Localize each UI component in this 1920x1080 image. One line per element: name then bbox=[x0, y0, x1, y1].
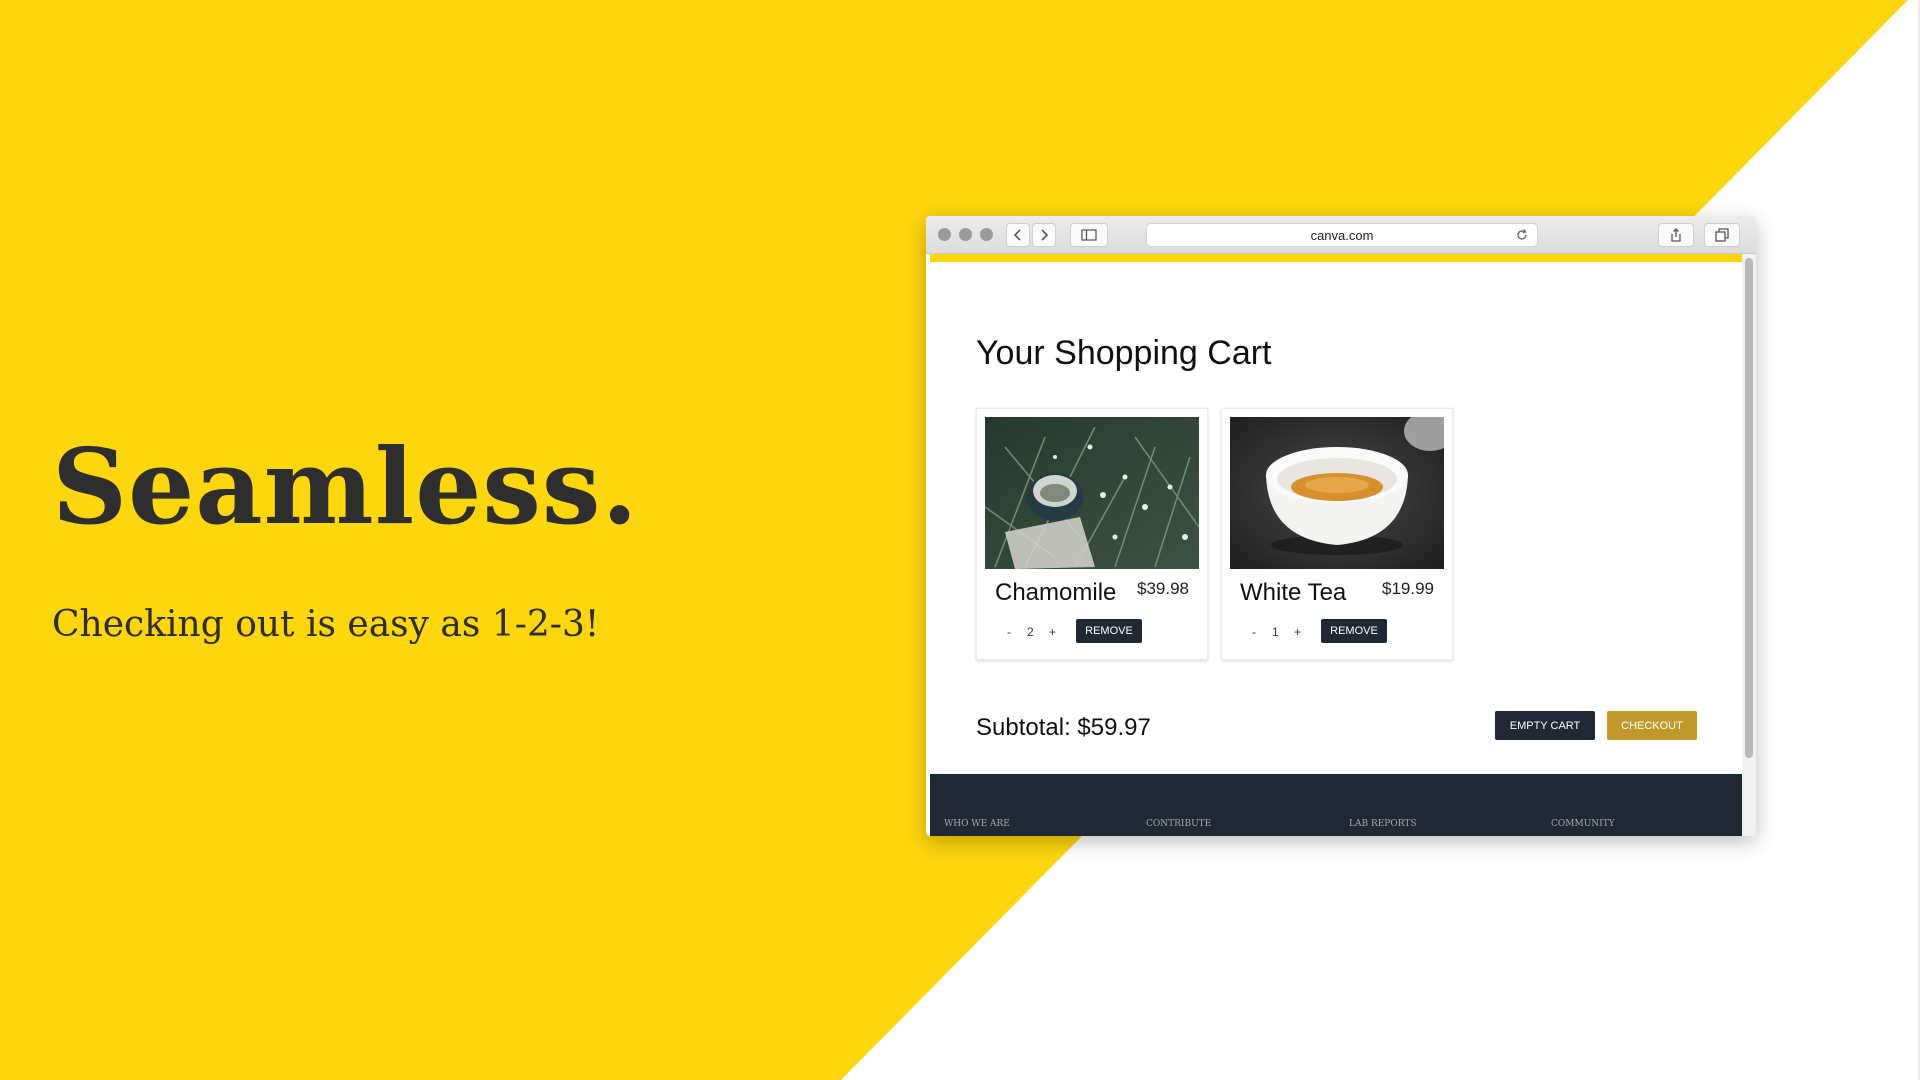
page-scrollbar[interactable] bbox=[1742, 254, 1756, 836]
forward-button[interactable] bbox=[1032, 223, 1056, 247]
close-window-dot[interactable] bbox=[938, 228, 951, 241]
back-icon bbox=[1013, 229, 1021, 241]
remove-item-button[interactable]: REMOVE bbox=[1321, 619, 1387, 643]
reload-icon[interactable] bbox=[1515, 228, 1529, 242]
empty-cart-button[interactable]: EMPTY CART bbox=[1495, 711, 1595, 740]
increase-quantity-button[interactable]: + bbox=[1294, 625, 1301, 639]
web-page: Your Shopping Cart Chamomile $39.98 - 2 … bbox=[930, 254, 1742, 836]
item-price: $19.99 bbox=[1382, 579, 1434, 598]
share-icon bbox=[1671, 228, 1681, 242]
browser-titlebar: canva.com bbox=[926, 216, 1756, 254]
url-text: canva.com bbox=[1310, 227, 1374, 243]
item-price: $39.98 bbox=[1137, 579, 1189, 598]
sidebar-icon bbox=[1081, 229, 1097, 241]
page-footer: WHO WE ARE CONTRIBUTE LAB REPORTS COMMUN… bbox=[930, 774, 1742, 836]
footer-link-who-we-are[interactable]: WHO WE ARE bbox=[944, 819, 1010, 829]
quantity-value: 1 bbox=[1272, 625, 1279, 639]
browser-window: canva.com Your Shopping Cart Chamomile $… bbox=[926, 216, 1756, 836]
remove-item-button[interactable]: REMOVE bbox=[1076, 619, 1142, 643]
chamomile-product-image bbox=[985, 417, 1199, 569]
tabs-icon bbox=[1715, 228, 1729, 242]
slide-subheadline: Checking out is easy as 1-2-3! bbox=[52, 604, 600, 645]
cart-item-card: Chamomile $39.98 - 2 + REMOVE bbox=[976, 408, 1208, 660]
minimize-window-dot[interactable] bbox=[959, 228, 972, 241]
increase-quantity-button[interactable]: + bbox=[1049, 625, 1056, 639]
cart-item-card: White Tea $19.99 - 1 + REMOVE bbox=[1221, 408, 1453, 660]
white-tea-product-image bbox=[1230, 417, 1444, 569]
scrollbar-thumb[interactable] bbox=[1745, 258, 1753, 758]
footer-link-community[interactable]: COMMUNITY bbox=[1551, 819, 1615, 829]
quantity-value: 2 bbox=[1027, 625, 1034, 639]
footer-link-lab-reports[interactable]: LAB REPORTS bbox=[1349, 819, 1417, 829]
slide-headline: Seamless. bbox=[52, 425, 639, 548]
back-button[interactable] bbox=[1006, 223, 1030, 247]
tabs-button[interactable] bbox=[1704, 223, 1740, 247]
zoom-window-dot[interactable] bbox=[980, 228, 993, 241]
subtotal-text: Subtotal: $59.97 bbox=[976, 714, 1151, 741]
decrease-quantity-button[interactable]: - bbox=[1252, 625, 1256, 639]
address-bar[interactable]: canva.com bbox=[1146, 223, 1538, 247]
item-name: Chamomile bbox=[995, 579, 1117, 606]
forward-icon bbox=[1041, 229, 1049, 241]
share-button[interactable] bbox=[1658, 223, 1694, 247]
decrease-quantity-button[interactable]: - bbox=[1007, 625, 1011, 639]
page-top-accent-bar bbox=[930, 254, 1742, 262]
footer-link-contribute[interactable]: CONTRIBUTE bbox=[1146, 819, 1211, 829]
item-name: White Tea bbox=[1240, 579, 1347, 606]
checkout-button[interactable]: CHECKOUT bbox=[1607, 711, 1697, 740]
sidebar-button[interactable] bbox=[1070, 223, 1108, 247]
cart-title: Your Shopping Cart bbox=[976, 334, 1272, 372]
